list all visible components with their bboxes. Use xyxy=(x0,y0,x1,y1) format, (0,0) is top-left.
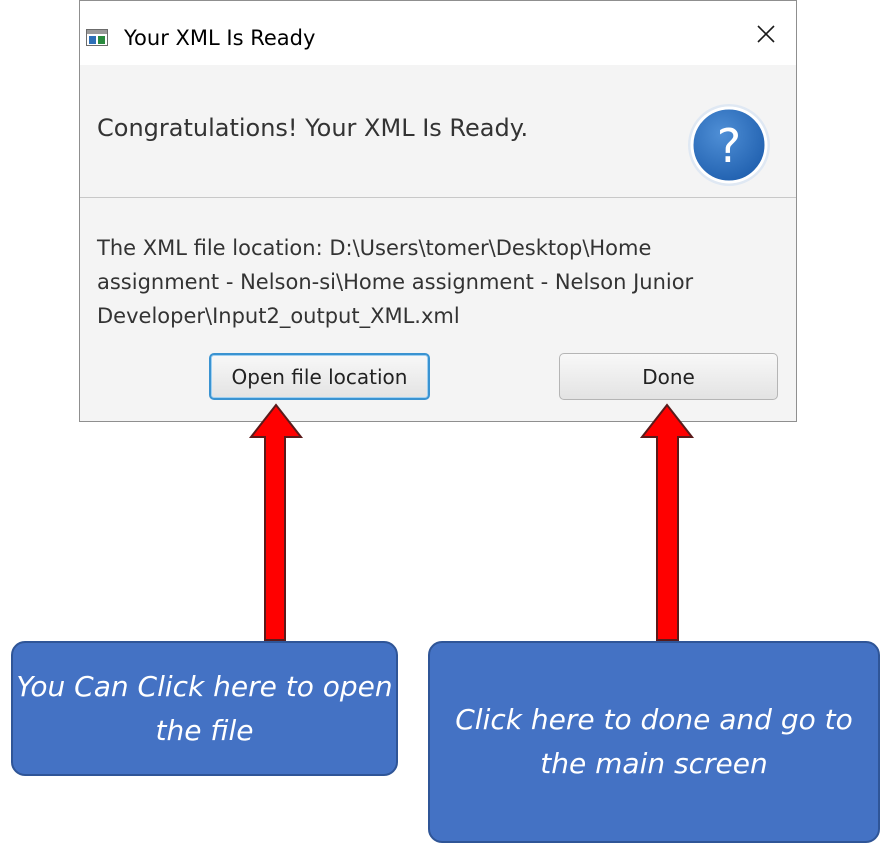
arrow-to-open-button xyxy=(248,403,304,641)
app-window-icon xyxy=(86,29,108,46)
window-title: Your XML Is Ready xyxy=(124,26,316,50)
file-location-message: The XML file location: D:\Users\tomer\De… xyxy=(97,236,694,328)
open-file-callout-text: You Can Click here to open the file xyxy=(16,669,393,747)
open-file-callout: You Can Click here to open the file xyxy=(11,641,398,776)
arrow-to-done-button xyxy=(639,403,695,641)
xml-ready-dialog: Your XML Is Ready Congratulations! Your … xyxy=(79,0,797,422)
open-file-location-button[interactable]: Open file location xyxy=(209,353,430,400)
done-callout: Click here to done and go to the main sc… xyxy=(428,641,880,843)
done-button[interactable]: Done xyxy=(559,353,778,400)
header-message: Congratulations! Your XML Is Ready. xyxy=(97,114,529,142)
svg-text:?: ? xyxy=(717,119,741,173)
dialog-header: Congratulations! Your XML Is Ready. ? xyxy=(80,65,796,198)
close-icon xyxy=(756,24,776,48)
question-mark-icon: ? xyxy=(684,100,774,190)
done-callout-text: Click here to done and go to the main sc… xyxy=(455,703,853,780)
close-button[interactable] xyxy=(736,11,796,61)
title-bar: Your XML Is Ready xyxy=(80,1,796,65)
